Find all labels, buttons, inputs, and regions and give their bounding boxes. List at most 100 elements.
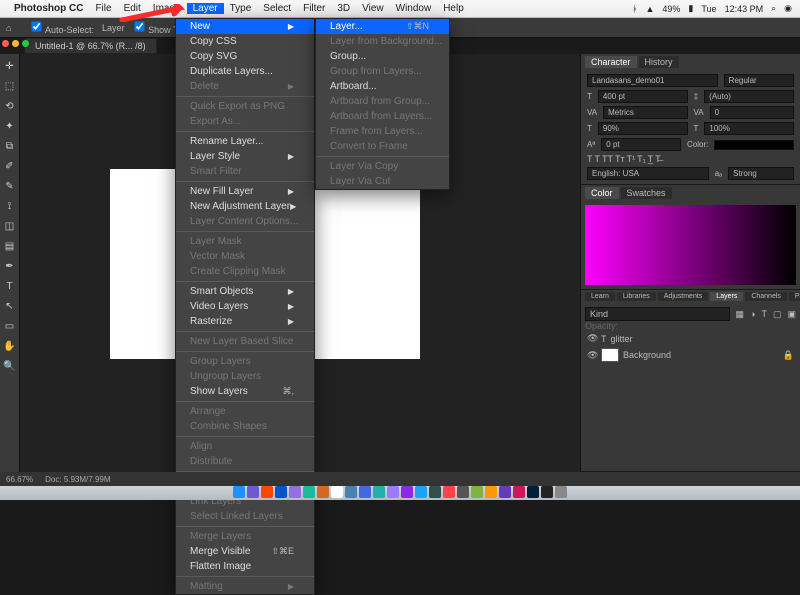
lasso-tool-icon[interactable]: ⟲ — [2, 98, 18, 114]
strikethrough-icon[interactable]: T̶ — [655, 154, 661, 164]
bold-icon[interactable]: T — [587, 154, 593, 164]
app-name[interactable]: Photoshop CC — [8, 3, 89, 14]
font-family-select[interactable]: Landasans_demo01 — [587, 74, 718, 87]
menu-item[interactable]: Duplicate Layers... — [176, 64, 314, 79]
menu-file[interactable]: File — [89, 3, 117, 14]
menu-image[interactable]: Image — [147, 3, 187, 14]
menu-layer[interactable]: Layer — [187, 3, 224, 14]
move-tool-icon[interactable]: ✛ — [2, 58, 18, 74]
filter-smart-icon[interactable]: ▣ — [787, 309, 796, 320]
superscript-icon[interactable]: T¹ — [627, 154, 636, 164]
stamp-tool-icon[interactable]: ⟟ — [2, 198, 18, 214]
dock-app-icon[interactable] — [527, 486, 539, 498]
dock-app-icon[interactable] — [289, 486, 301, 498]
auto-select-target[interactable]: Layer — [102, 23, 125, 33]
baseline-field[interactable]: 0 pt — [601, 138, 681, 151]
menu-item[interactable]: Show Layers⌘, — [176, 384, 314, 399]
show-transform-checkbox[interactable]: Show T — [133, 20, 179, 35]
menu-item[interactable]: Layer Style▶ — [176, 149, 314, 164]
tab-character[interactable]: Character — [585, 56, 637, 68]
type-tool-icon[interactable]: T — [2, 278, 18, 294]
tab-layers[interactable]: Layers — [710, 292, 743, 301]
font-style-select[interactable]: Regular — [724, 74, 794, 87]
brush-tool-icon[interactable]: ✎ — [2, 178, 18, 194]
subscript-icon[interactable]: T₁ — [637, 154, 646, 164]
menu-item[interactable]: Group... — [316, 49, 449, 64]
menu-item[interactable]: Copy CSS — [176, 34, 314, 49]
dock-app-icon[interactable] — [233, 486, 245, 498]
layer-filter-kind[interactable]: Kind — [585, 307, 730, 321]
antialias-select[interactable]: Strong — [728, 167, 794, 180]
tab-learn[interactable]: Learn — [585, 292, 615, 301]
menu-select[interactable]: Select — [257, 3, 297, 14]
document-tab[interactable]: Untitled-1 @ 66.7% (R... /8) — [24, 38, 157, 54]
caps-icon[interactable]: TT — [602, 154, 613, 164]
menu-item[interactable]: New Adjustment Layer▶ — [176, 199, 314, 214]
text-color-swatch[interactable] — [714, 140, 794, 150]
smallcaps-icon[interactable]: Tᴛ — [615, 154, 625, 164]
window-traffic-lights[interactable] — [2, 40, 29, 47]
dock-app-icon[interactable] — [457, 486, 469, 498]
filter-image-icon[interactable]: ▦ — [736, 309, 745, 320]
menu-help[interactable]: Help — [437, 3, 470, 14]
layer-name[interactable]: Background — [623, 350, 671, 360]
hscale-field[interactable]: 100% — [704, 122, 794, 135]
menu-3d[interactable]: 3D — [331, 3, 356, 14]
italic-icon[interactable]: T — [595, 154, 601, 164]
dock-app-icon[interactable] — [331, 486, 343, 498]
leading-field[interactable]: (Auto) — [704, 90, 794, 103]
menu-item[interactable]: Copy SVG — [176, 49, 314, 64]
vscale-field[interactable]: 90% — [598, 122, 688, 135]
menu-window[interactable]: Window — [390, 3, 438, 14]
filter-shape-icon[interactable]: ▢ — [773, 309, 782, 320]
filter-adj-icon[interactable]: ◑ — [750, 309, 755, 319]
menu-item[interactable]: Artboard... — [316, 79, 449, 94]
dock-app-icon[interactable] — [261, 486, 273, 498]
menu-item[interactable]: Merge Visible⇧⌘E — [176, 544, 314, 559]
tab-libraries[interactable]: Libraries — [617, 292, 656, 301]
dock-app-icon[interactable] — [499, 486, 511, 498]
visibility-icon[interactable]: 👁 — [587, 350, 597, 361]
search-icon[interactable]: ⌕ — [771, 3, 776, 14]
layer-row[interactable]: 👁Background🔒 — [585, 346, 796, 364]
bluetooth-icon[interactable]: ᚼ — [632, 4, 637, 14]
dock-app-icon[interactable] — [303, 486, 315, 498]
dock-app-icon[interactable] — [513, 486, 525, 498]
tab-adjustments[interactable]: Adjustments — [658, 292, 709, 301]
wand-tool-icon[interactable]: ✦ — [2, 118, 18, 134]
layer-thumbnail[interactable] — [601, 348, 619, 362]
menu-edit[interactable]: Edit — [118, 3, 147, 14]
menu-item[interactable]: Rename Layer... — [176, 134, 314, 149]
dock-app-icon[interactable] — [275, 486, 287, 498]
filter-text-icon[interactable]: T — [761, 309, 767, 319]
zoom-tool-icon[interactable]: 🔍 — [2, 358, 18, 374]
tab-channels[interactable]: Channels — [745, 292, 787, 301]
font-size-field[interactable]: 400 pt — [598, 90, 688, 103]
dock-app-icon[interactable] — [373, 486, 385, 498]
tab-paths[interactable]: Paths — [789, 292, 800, 301]
menu-type[interactable]: Type — [224, 3, 258, 14]
pen-tool-icon[interactable]: ✒ — [2, 258, 18, 274]
tab-color[interactable]: Color — [585, 187, 619, 199]
menu-item[interactable]: New Fill Layer▶ — [176, 184, 314, 199]
menu-item[interactable]: Layer...⇧⌘N — [316, 19, 449, 34]
visibility-icon[interactable]: 👁 — [587, 333, 597, 344]
eyedropper-tool-icon[interactable]: ✐ — [2, 158, 18, 174]
dock-app-icon[interactable] — [359, 486, 371, 498]
dock-app-icon[interactable] — [485, 486, 497, 498]
marquee-tool-icon[interactable]: ⬚ — [2, 78, 18, 94]
gradient-tool-icon[interactable]: ▤ — [2, 238, 18, 254]
dock-app-icon[interactable] — [401, 486, 413, 498]
dock-app-icon[interactable] — [443, 486, 455, 498]
tab-history[interactable]: History — [639, 56, 679, 68]
dock-app-icon[interactable] — [555, 486, 567, 498]
layer-name[interactable]: glitter — [611, 334, 633, 344]
kerning-field[interactable]: Metrics — [603, 106, 687, 119]
menu-item[interactable]: Smart Objects▶ — [176, 284, 314, 299]
menu-item[interactable]: New▶ — [176, 19, 314, 34]
path-tool-icon[interactable]: ↖ — [2, 298, 18, 314]
menu-view[interactable]: View — [356, 3, 390, 14]
siri-icon[interactable]: ◉ — [784, 3, 792, 14]
color-picker[interactable] — [585, 205, 796, 285]
dock-app-icon[interactable] — [387, 486, 399, 498]
